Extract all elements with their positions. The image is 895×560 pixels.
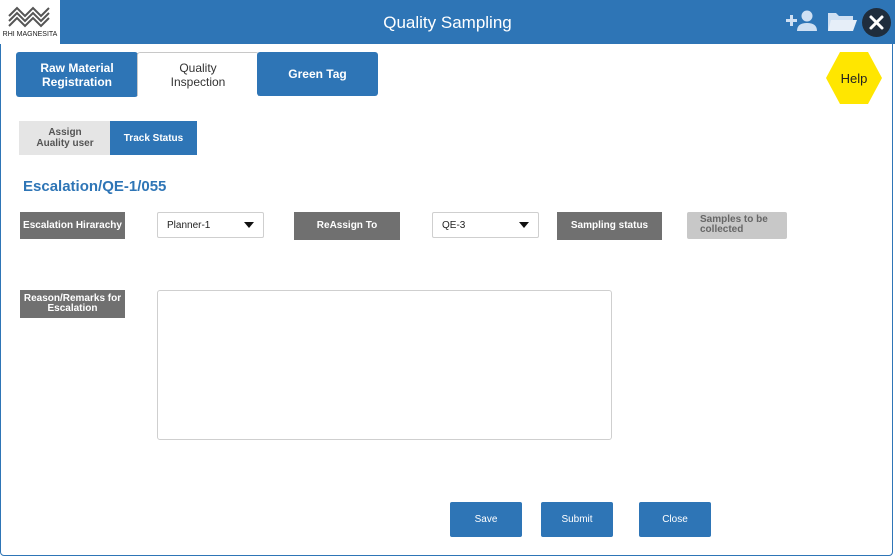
reassign-to-value: QE-3 — [442, 219, 466, 231]
close-icon[interactable] — [862, 8, 891, 37]
brand-name: RHI MAGNESITA — [2, 31, 58, 38]
save-button[interactable]: Save — [450, 502, 522, 537]
escalation-hierarchy-label: Escalation Hirarachy — [20, 212, 125, 239]
escalation-hierarchy-select[interactable]: Planner-1 — [157, 212, 264, 238]
app-title: Quality Sampling — [383, 13, 512, 32]
sampling-status-value: Samples to be collected — [687, 212, 787, 239]
tab-green-tag[interactable]: Green Tag — [257, 52, 378, 96]
app-header: RHI MAGNESITA Quality Sampling — [0, 0, 895, 44]
reassign-to-label: ReAssign To — [294, 212, 400, 240]
close-button[interactable]: Close — [639, 502, 711, 537]
tab-quality-inspection[interactable]: Quality Inspection — [137, 52, 259, 96]
add-user-icon[interactable] — [783, 6, 817, 36]
subtab-track-status[interactable]: Track Status — [110, 121, 197, 155]
chevron-down-icon — [244, 222, 254, 228]
chevron-down-icon — [519, 222, 529, 228]
remarks-textarea[interactable] — [157, 290, 612, 440]
escalation-hierarchy-value: Planner-1 — [167, 219, 211, 231]
subtab-assign-quality-user[interactable]: Assign Auality user — [19, 121, 111, 155]
escalation-reference: Escalation/QE-1/055 — [23, 178, 167, 195]
remarks-label: Reason/Remarks for Escalation — [20, 290, 125, 318]
tab-raw-material-registration[interactable]: Raw Material Registration — [16, 52, 138, 97]
sampling-status-label: Sampling status — [557, 212, 662, 240]
folder-icon[interactable] — [826, 8, 858, 34]
logo-icon — [8, 6, 50, 28]
reassign-to-select[interactable]: QE-3 — [432, 212, 539, 238]
submit-button[interactable]: Submit — [541, 502, 613, 537]
company-logo: RHI MAGNESITA — [0, 0, 60, 44]
